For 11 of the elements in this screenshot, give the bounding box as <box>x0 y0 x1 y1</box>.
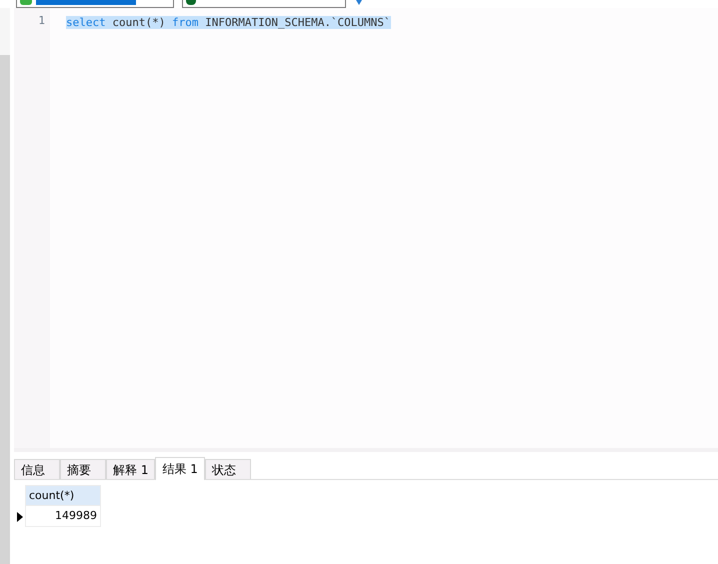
result-tab[interactable]: 解释 1 <box>106 459 156 479</box>
result-tab[interactable]: 摘要 <box>60 459 106 479</box>
result-tab[interactable]: 信息 <box>14 459 60 479</box>
connection-icon <box>20 0 32 5</box>
database-icon <box>186 0 196 5</box>
table-cell: 149989 <box>25 506 101 527</box>
result-tab[interactable]: 状态 <box>204 459 251 479</box>
line-number: 1 <box>38 13 46 29</box>
column-header[interactable]: count(*) <box>25 485 101 506</box>
result-tab[interactable]: 结果 1 <box>155 457 205 480</box>
play-icon[interactable] <box>354 0 364 6</box>
